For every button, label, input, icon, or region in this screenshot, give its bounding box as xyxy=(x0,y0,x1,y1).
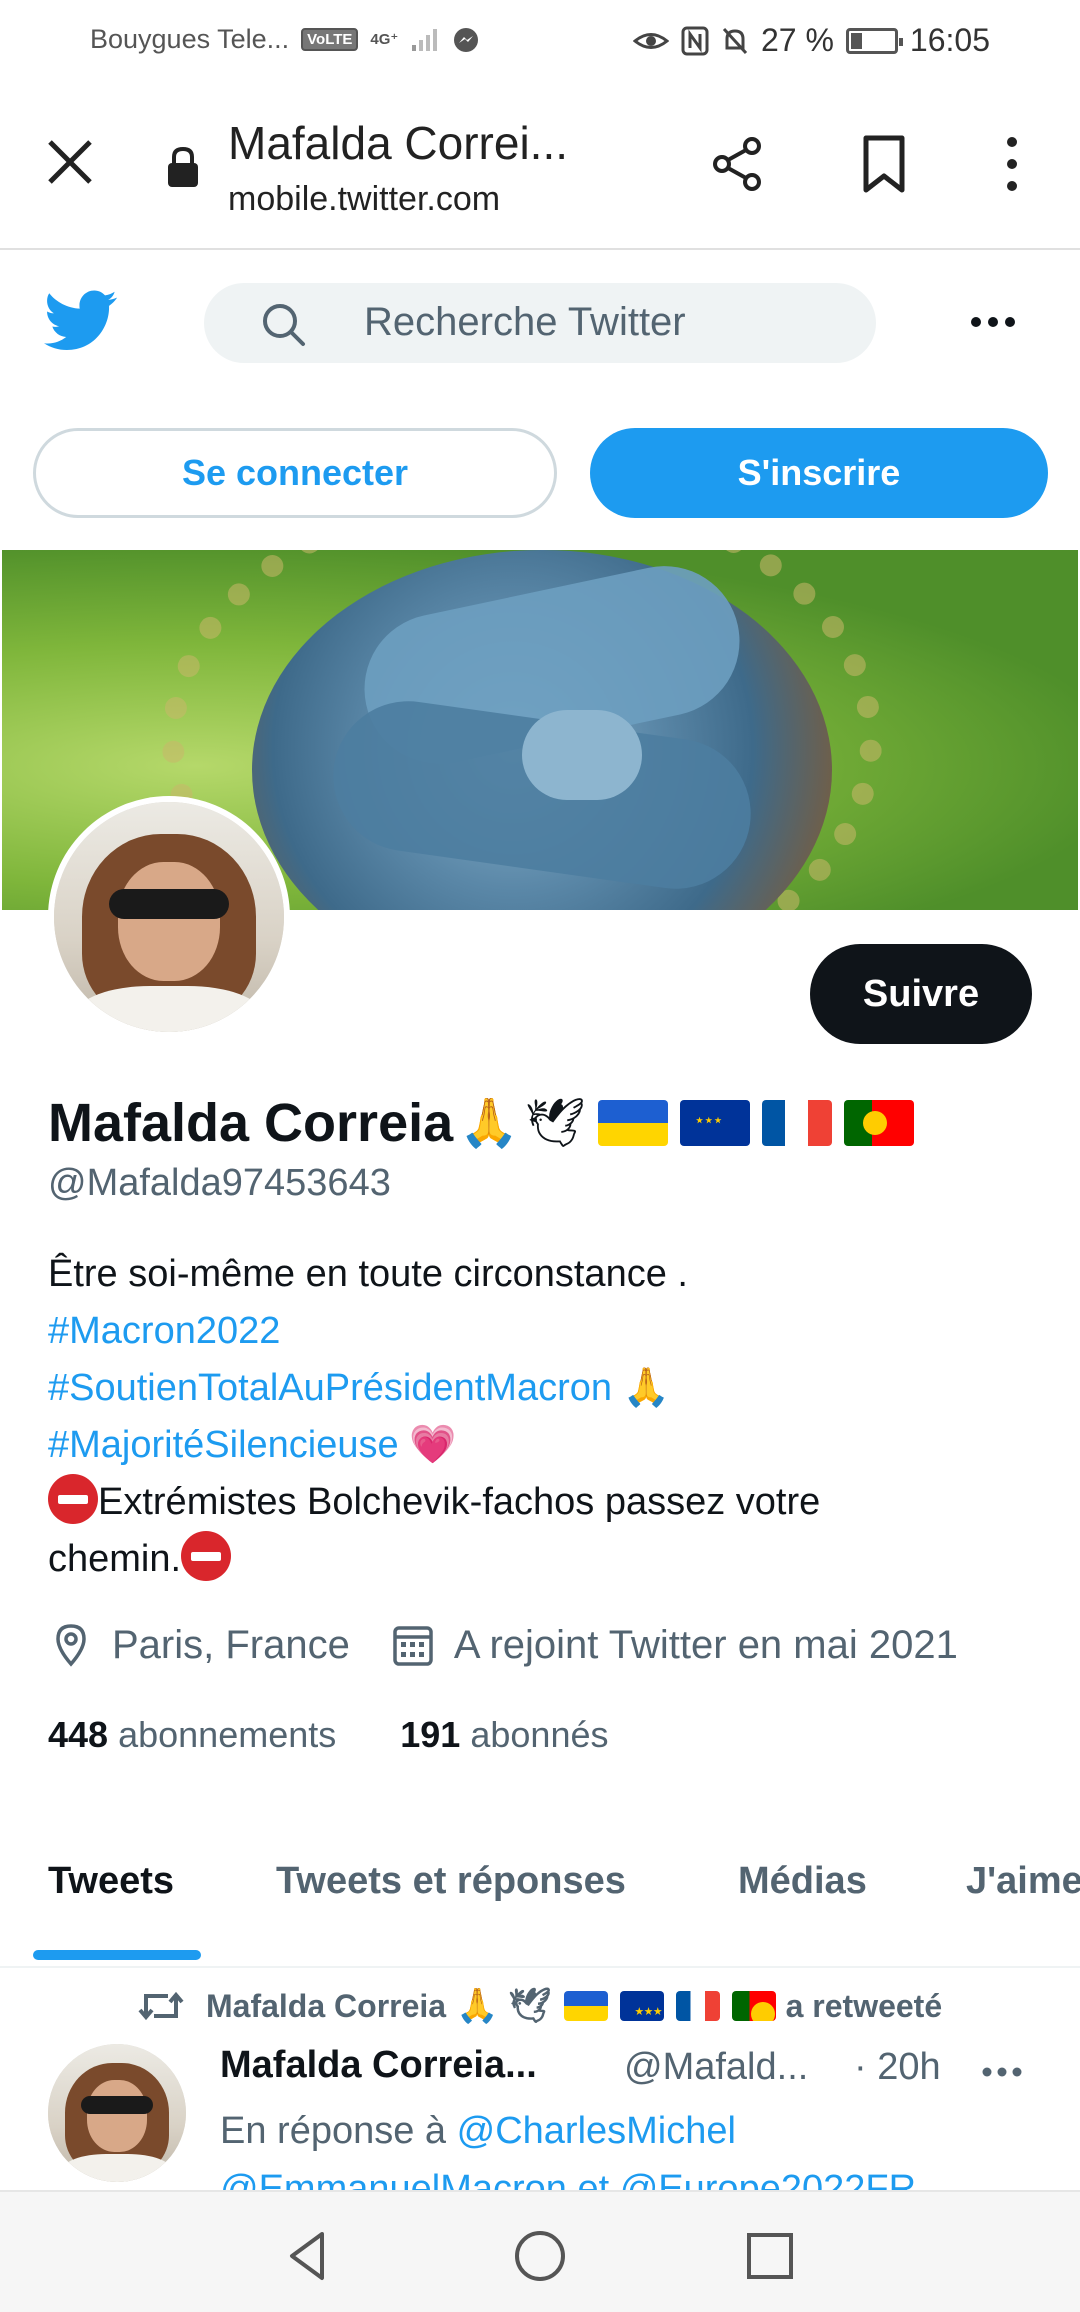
retweet-icon xyxy=(138,1991,184,2021)
pray-emoji: 🙏 xyxy=(456,1986,499,2026)
status-left: Bouygues Tele... VoLTE 4G⁺ xyxy=(90,24,480,55)
profile-name: Mafalda Correia xyxy=(48,1093,454,1153)
profile-handle: @Mafalda97453643 xyxy=(48,1162,391,1204)
banner-thumb xyxy=(522,710,642,800)
clock: 16:05 xyxy=(909,22,990,58)
tab-media[interactable]: Médias xyxy=(738,1860,867,1903)
back-nav-icon[interactable] xyxy=(278,2226,338,2286)
home-nav-icon[interactable] xyxy=(510,2226,570,2286)
reply-prefix: En réponse à xyxy=(220,2110,447,2152)
network-indicator: 4G⁺ xyxy=(370,31,399,48)
tab-tweets-and-replies[interactable]: Tweets et réponses xyxy=(276,1860,626,1903)
following-link[interactable]: 448 abonnements xyxy=(48,1714,336,1756)
signup-button[interactable]: S'inscrire xyxy=(590,428,1048,518)
page-title: Mafalda Correi... xyxy=(228,117,569,169)
follow-stats: 448 abonnements 191 abonnés xyxy=(48,1714,609,1756)
tweet-author-name[interactable]: Mafalda Correia... xyxy=(220,2044,537,2087)
profile-location: Paris, France xyxy=(112,1622,350,1667)
status-bar: Bouygues Tele... VoLTE 4G⁺ 27 % 16:05 xyxy=(0,0,1080,82)
pray-emoji: 🙏 xyxy=(622,1367,670,1409)
no-entry-icon xyxy=(181,1531,232,1581)
tab-tweets[interactable]: Tweets xyxy=(48,1860,174,1903)
more-vertical-icon[interactable] xyxy=(980,132,1044,196)
ukraine-flag-icon xyxy=(597,1100,668,1146)
volte-badge: VoLTE xyxy=(301,28,359,51)
eu-flag-icon xyxy=(679,1100,750,1146)
reply-context: En réponse à @CharlesMichel xyxy=(220,2110,736,2153)
bio-line: Être soi-même en toute circonstance . xyxy=(48,1253,688,1295)
mention-link[interactable]: @CharlesMichel xyxy=(457,2110,736,2152)
location-icon xyxy=(56,1624,86,1667)
more-horizontal-icon[interactable] xyxy=(968,312,1018,332)
profile-tabs: Tweets Tweets et réponses Médias J'aime xyxy=(0,1840,1080,1968)
retweeter-name[interactable]: Mafalda Correia xyxy=(206,1988,446,2025)
bio-line: Extrémistes Bolchevik-fachos passez votr… xyxy=(98,1481,821,1523)
twitter-logo-icon[interactable] xyxy=(44,290,118,352)
lock-icon xyxy=(168,146,198,187)
france-flag-icon xyxy=(761,1100,832,1146)
tweet-avatar[interactable] xyxy=(48,2044,186,2182)
signal-icon xyxy=(412,28,438,51)
followers-label: abonnés xyxy=(470,1714,609,1755)
close-icon[interactable] xyxy=(40,132,100,192)
search-placeholder: Recherche Twitter xyxy=(364,300,686,344)
bookmark-icon[interactable] xyxy=(852,132,916,196)
tweet-more-icon[interactable] xyxy=(980,2062,1024,2082)
login-button[interactable]: Se connecter xyxy=(33,428,557,518)
browser-toolbar: Mafalda Correi... mobile.twitter.com xyxy=(0,82,1080,250)
france-flag-icon xyxy=(675,1991,720,2021)
avatar-photo xyxy=(54,802,284,1032)
bio-line: chemin. xyxy=(48,1538,182,1580)
following-label: abonnements xyxy=(118,1714,337,1755)
tab-likes[interactable]: J'aime xyxy=(966,1860,1080,1903)
no-entry-icon xyxy=(48,1474,98,1524)
retweet-context: Mafalda Correia 🙏 🕊 a retweeté xyxy=(138,1986,942,2026)
search-icon xyxy=(263,304,305,346)
profile-meta: Paris, France A rejoint Twitter en mai 2… xyxy=(48,1622,958,1668)
messenger-icon xyxy=(454,27,479,52)
heart-emoji: 💗 xyxy=(409,1424,457,1466)
recents-nav-icon[interactable] xyxy=(740,2226,800,2286)
avatar-photo xyxy=(48,2044,186,2182)
battery-icon xyxy=(845,27,903,54)
profile-avatar[interactable] xyxy=(48,796,290,1038)
carrier-name: Bouygues Tele... xyxy=(90,24,290,54)
profile-bio: Être soi-même en toute circonstance . #M… xyxy=(48,1246,1038,1588)
portugal-flag-icon xyxy=(731,1991,776,2021)
search-input[interactable]: Recherche Twitter xyxy=(204,283,876,363)
calendar-icon xyxy=(393,1626,433,1666)
system-nav-bar xyxy=(0,2190,1080,2312)
hashtag-link[interactable]: #MajoritéSilencieuse xyxy=(48,1424,399,1466)
retweet-suffix: a retweeté xyxy=(785,1987,943,2024)
ukraine-flag-icon xyxy=(563,1991,608,2021)
eu-flag-icon xyxy=(619,1991,664,2021)
followers-count: 191 xyxy=(400,1714,461,1755)
following-count: 448 xyxy=(48,1714,109,1755)
tweet-timestamp[interactable]: · 20h xyxy=(854,2046,941,2089)
hashtag-link[interactable]: #Macron2022 xyxy=(48,1310,280,1352)
dove-emoji: 🕊 xyxy=(508,1986,552,2026)
share-icon[interactable] xyxy=(706,132,770,196)
page-url[interactable]: mobile.twitter.com xyxy=(228,180,500,219)
mute-icon xyxy=(722,27,748,54)
profile-name-row: Mafalda Correia 🙏 🕊 xyxy=(48,1092,914,1154)
profile-joined: A rejoint Twitter en mai 2021 xyxy=(453,1622,958,1667)
status-right: 27 % 16:05 xyxy=(632,22,990,59)
eye-comfort-icon xyxy=(632,32,669,49)
hashtag-link[interactable]: #SoutienTotalAuPrésidentMacron xyxy=(48,1367,612,1409)
follow-button[interactable]: Suivre xyxy=(810,944,1032,1044)
dove-emoji: 🕊 xyxy=(524,1095,586,1151)
tweet-author-handle[interactable]: @Mafald... xyxy=(624,2046,808,2089)
pray-emoji: 🙏 xyxy=(459,1095,519,1151)
nfc-icon xyxy=(681,26,709,55)
portugal-flag-icon xyxy=(843,1100,914,1146)
battery-percent: 27 % xyxy=(760,22,834,58)
active-tab-indicator xyxy=(33,1950,201,1960)
followers-link[interactable]: 191 abonnés xyxy=(400,1714,608,1756)
